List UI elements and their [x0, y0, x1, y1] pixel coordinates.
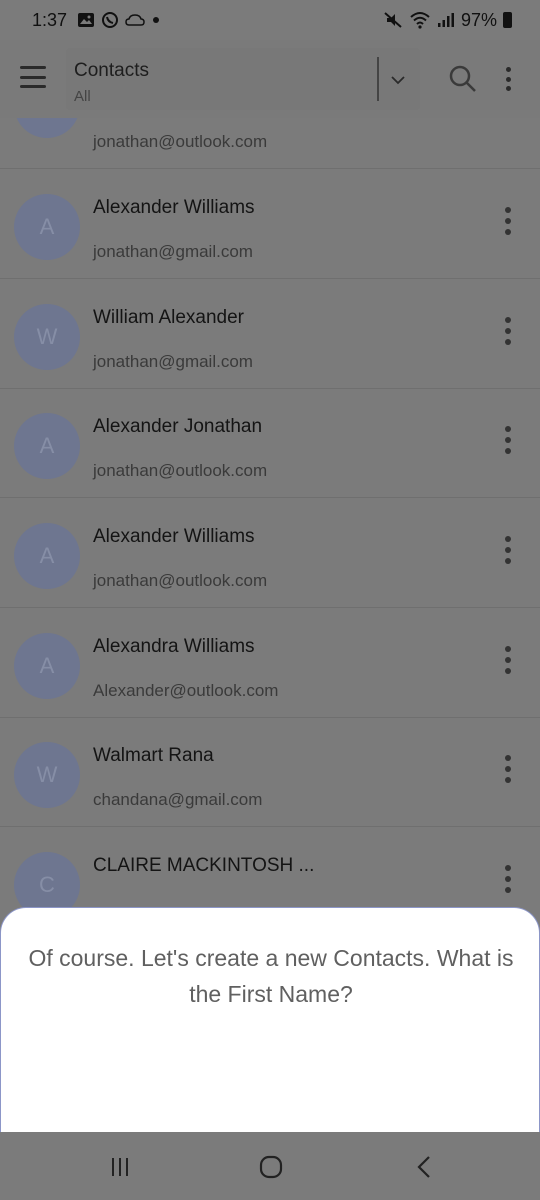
- back-icon[interactable]: [404, 1152, 444, 1182]
- status-time: 1:37: [32, 9, 68, 30]
- app-bar: Contacts All: [0, 40, 540, 118]
- status-bar: 1:37 97%: [0, 0, 540, 40]
- contact-name: Alexander Williams: [93, 526, 255, 547]
- list-item[interactable]: A Alexander Williams jonathan@outlook.co…: [0, 499, 540, 608]
- avatar: W: [14, 118, 80, 138]
- contact-name: Walmart Rana: [93, 745, 214, 766]
- list-item[interactable]: A Alexandra Williams Alexander@outlook.c…: [0, 609, 540, 718]
- contact-name: Alexander Williams: [93, 197, 255, 218]
- dot: [505, 887, 511, 893]
- recents-icon[interactable]: [100, 1152, 140, 1182]
- contact-email: Alexander@outlook.com: [93, 681, 279, 700]
- contact-name: CLAIRE MACKINTOSH ...: [93, 855, 315, 876]
- whatsapp-icon: [101, 11, 119, 29]
- status-right: 97%: [383, 10, 512, 31]
- dot: [505, 86, 511, 91]
- row-more-icon[interactable]: [500, 754, 516, 784]
- dot: [505, 67, 511, 72]
- row-more-icon[interactable]: [500, 535, 516, 565]
- dot: [505, 448, 511, 454]
- dot: [505, 646, 511, 652]
- cloud-icon: [125, 13, 145, 27]
- row-more-icon[interactable]: [500, 425, 516, 455]
- row-more-icon[interactable]: [500, 316, 516, 346]
- dot: [505, 755, 511, 761]
- dot: [505, 876, 511, 882]
- contact-name: William Alexander: [93, 307, 244, 328]
- dot: [505, 547, 511, 553]
- list-item[interactable]: A Alexander Jonathan jonathan@outlook.co…: [0, 389, 540, 498]
- battery-percent: 97%: [460, 9, 497, 30]
- more-vert-icon[interactable]: [498, 64, 518, 94]
- contact-email: jonathan@outlook.com: [93, 132, 268, 151]
- home-icon[interactable]: [251, 1152, 291, 1182]
- contact-email: jonathan@gmail.com: [93, 242, 253, 261]
- selector-title: Contacts: [74, 60, 149, 81]
- contact-email: chandana@gmail.com: [93, 790, 263, 809]
- wifi-icon: [409, 11, 431, 29]
- contact-email: jonathan@outlook.com: [93, 571, 268, 590]
- assistant-sheet: Of course. Let's create a new Contacts. …: [0, 907, 540, 1132]
- dot: [505, 317, 511, 323]
- assistant-message: Of course. Let's create a new Contacts. …: [28, 945, 514, 1007]
- row-more-icon[interactable]: [500, 645, 516, 675]
- list-item[interactable]: W jonathan@outlook.com: [0, 118, 540, 169]
- list-item[interactable]: C CLAIRE MACKINTOSH ...: [0, 828, 540, 908]
- dot: [505, 437, 511, 443]
- list-item[interactable]: W Walmart Rana chandana@gmail.com: [0, 718, 540, 827]
- contact-name: Alexandra Williams: [93, 636, 255, 657]
- menu-icon-line: [20, 85, 46, 88]
- mute-icon: [383, 11, 403, 29]
- avatar: A: [14, 633, 80, 699]
- dot: [505, 76, 511, 82]
- battery-icon: [503, 12, 512, 28]
- dot: [505, 766, 511, 772]
- selector-subtitle: All: [74, 88, 91, 105]
- gallery-icon: [77, 12, 95, 28]
- dot: [505, 207, 511, 213]
- menu-button[interactable]: [18, 62, 48, 92]
- avatar: A: [14, 523, 80, 589]
- dot: [505, 657, 511, 663]
- avatar: C: [14, 852, 80, 908]
- status-left: 1:37: [32, 10, 161, 31]
- menu-icon-line: [20, 75, 46, 79]
- dot: [505, 339, 511, 345]
- dot: [505, 536, 511, 542]
- list-item[interactable]: A Alexander Williams jonathan@gmail.com: [0, 170, 540, 279]
- dot: [505, 229, 511, 235]
- signal-icon: [437, 12, 455, 28]
- notification-dot: [151, 15, 161, 25]
- contact-email: jonathan@outlook.com: [93, 461, 268, 480]
- contact-name: Alexander Jonathan: [93, 416, 263, 437]
- dot: [505, 328, 511, 334]
- avatar: W: [14, 742, 80, 808]
- dot: [505, 668, 511, 674]
- dot: [505, 777, 511, 783]
- dot: [505, 865, 511, 871]
- module-selector[interactable]: Contacts All: [66, 48, 420, 110]
- search-icon[interactable]: [448, 64, 478, 94]
- list-item[interactable]: W William Alexander jonathan@gmail.com: [0, 280, 540, 389]
- chevron-down-icon[interactable]: [386, 68, 410, 92]
- dot: [505, 558, 511, 564]
- row-more-icon[interactable]: [500, 206, 516, 236]
- selector-divider: [377, 57, 379, 101]
- menu-icon-line: [20, 66, 46, 69]
- contact-email: jonathan@gmail.com: [93, 352, 253, 371]
- dot: [505, 218, 511, 224]
- avatar: A: [14, 194, 80, 260]
- row-more-icon[interactable]: [500, 864, 516, 894]
- dot: [505, 426, 511, 432]
- contacts-list[interactable]: W jonathan@outlook.com A Alexander Willi…: [0, 118, 540, 908]
- avatar: A: [14, 413, 80, 479]
- avatar: W: [14, 304, 80, 370]
- navigation-bar: [0, 1132, 540, 1200]
